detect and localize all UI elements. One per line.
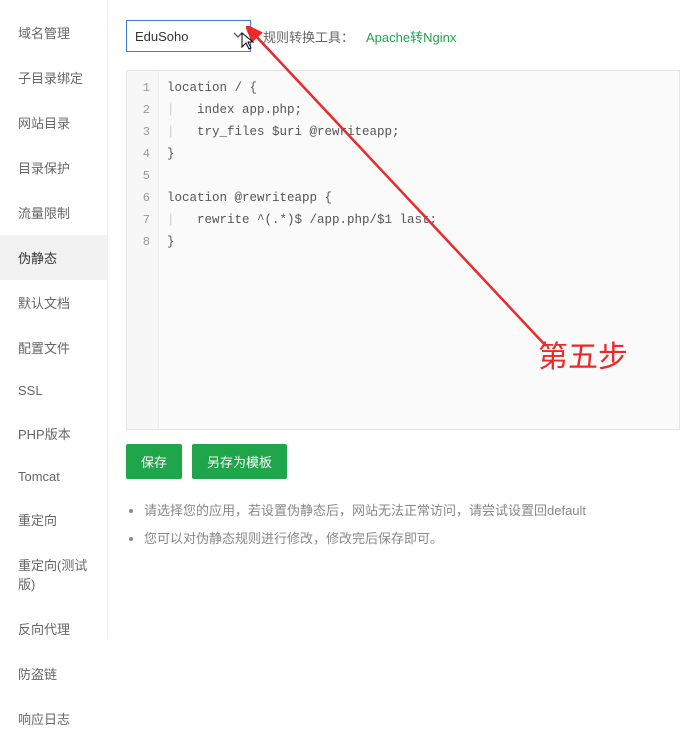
line-number: 1	[127, 77, 158, 99]
template-select[interactable]: EduSoho	[126, 20, 251, 52]
sidebar-item-hotlink[interactable]: 防盗链	[0, 651, 107, 696]
line-number: 2	[127, 99, 158, 121]
code-line: }	[167, 231, 679, 253]
tool-label: 规则转换工具：	[263, 27, 354, 46]
sidebar-item-rewrite[interactable]: 伪静态	[0, 235, 107, 280]
line-number: 4	[127, 143, 158, 165]
sidebar-item-config[interactable]: 配置文件	[0, 325, 107, 370]
code-line: }	[167, 143, 679, 165]
sidebar-item-responselog[interactable]: 响应日志	[0, 696, 107, 741]
code-area[interactable]: location / { | index app.php; | try_file…	[159, 71, 679, 429]
line-number: 3	[127, 121, 158, 143]
tip-item: 您可以对伪静态规则进行修改，修改完后保存即可。	[144, 525, 680, 553]
tool-link[interactable]: Apache转Nginx	[366, 27, 456, 46]
line-number: 8	[127, 231, 158, 253]
top-row: EduSoho 规则转换工具： Apache转Nginx	[126, 20, 680, 52]
code-line: | rewrite ^(.*)$ /app.php/$1 last;	[167, 209, 679, 231]
template-select-wrap: EduSoho	[126, 20, 251, 52]
sidebar-item-domain[interactable]: 域名管理	[0, 10, 107, 55]
code-line: location / {	[167, 77, 679, 99]
sidebar-item-redirect[interactable]: 重定向	[0, 497, 107, 542]
code-editor[interactable]: 1 2 3 4 5 6 7 8 location / { | index app…	[126, 70, 680, 430]
sidebar-item-redirect-beta[interactable]: 重定向(测试版)	[0, 542, 107, 606]
save-button[interactable]: 保存	[126, 444, 182, 479]
sidebar-item-php[interactable]: PHP版本	[0, 411, 107, 456]
sidebar: 域名管理 子目录绑定 网站目录 目录保护 流量限制 伪静态 默认文档 配置文件 …	[0, 0, 108, 637]
sidebar-item-sitedir[interactable]: 网站目录	[0, 100, 107, 145]
line-number: 7	[127, 209, 158, 231]
line-number: 6	[127, 187, 158, 209]
sidebar-item-subdir[interactable]: 子目录绑定	[0, 55, 107, 100]
code-line: | index app.php;	[167, 99, 679, 121]
sidebar-item-proxy[interactable]: 反向代理	[0, 606, 107, 651]
sidebar-item-traffic[interactable]: 流量限制	[0, 190, 107, 235]
sidebar-item-tomcat[interactable]: Tomcat	[0, 456, 107, 497]
sidebar-item-ssl[interactable]: SSL	[0, 370, 107, 411]
code-line: | try_files $uri @rewriteapp;	[167, 121, 679, 143]
tip-item: 请选择您的应用，若设置伪静态后，网站无法正常访问，请尝试设置回default	[144, 497, 680, 525]
code-line	[167, 165, 679, 187]
code-line: location @rewriteapp {	[167, 187, 679, 209]
main-panel: EduSoho 规则转换工具： Apache转Nginx 1 2 3 4 5 6	[108, 0, 700, 637]
sidebar-item-dirprotect[interactable]: 目录保护	[0, 145, 107, 190]
button-row: 保存 另存为模板	[126, 444, 680, 479]
tips-list: 请选择您的应用，若设置伪静态后，网站无法正常访问，请尝试设置回default 您…	[126, 497, 680, 553]
sidebar-item-defaultdoc[interactable]: 默认文档	[0, 280, 107, 325]
save-as-template-button[interactable]: 另存为模板	[192, 444, 287, 479]
editor-gutter: 1 2 3 4 5 6 7 8	[127, 71, 159, 429]
line-number: 5	[127, 165, 158, 187]
